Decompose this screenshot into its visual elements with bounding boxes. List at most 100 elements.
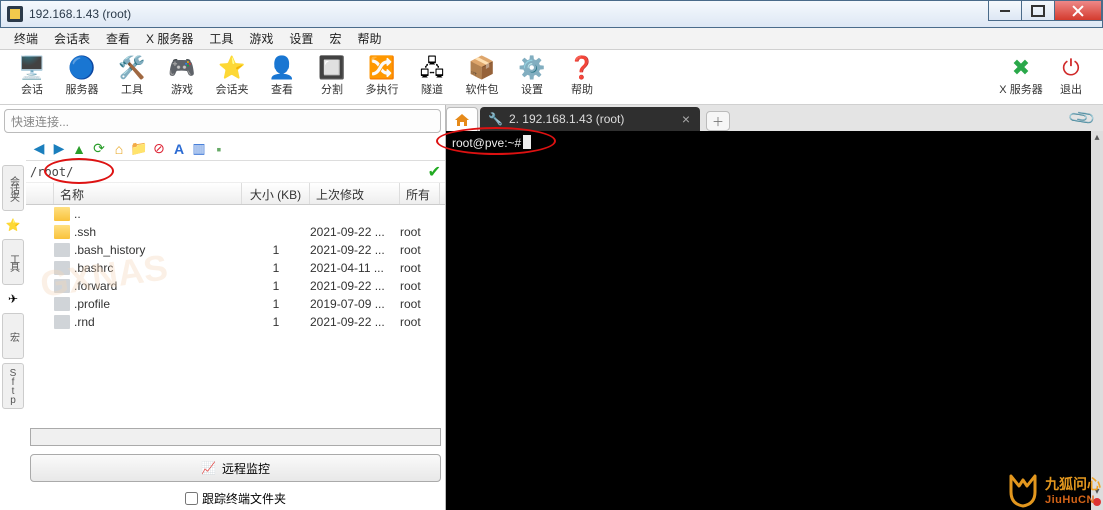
file-icon xyxy=(54,207,70,221)
file-row-4[interactable]: .forward12021-09-22 ...root xyxy=(26,277,445,295)
terminal-tab[interactable]: 🔧 2. 192.168.1.43 (root) × xyxy=(480,107,700,131)
file-row-0[interactable]: .. xyxy=(26,205,445,223)
track-folder-checkbox[interactable] xyxy=(185,492,198,505)
menu-6[interactable]: 设置 xyxy=(281,28,321,49)
terminal-output[interactable]: root@pve:~# xyxy=(446,131,1103,510)
sftp-path-bar[interactable]: /root/ ✔ xyxy=(26,161,445,183)
toolbar-帮助[interactable]: ❓帮助 xyxy=(558,52,606,102)
remote-monitor-label: 远程监控 xyxy=(222,460,270,477)
menu-8[interactable]: 帮助 xyxy=(349,28,389,49)
track-folder-row[interactable]: 跟踪终端文件夹 xyxy=(26,486,445,510)
file-size: 1 xyxy=(242,243,310,257)
scroll-up-icon[interactable]: ▴ xyxy=(1094,131,1099,144)
columns-icon[interactable]: ▥ xyxy=(190,140,208,158)
menu-7[interactable]: 宏 xyxy=(321,28,349,49)
sidetab-工具[interactable]: 工具 xyxy=(2,239,24,285)
sftp-panel: 快速连接... 会话夹 ⭐ 工具 ✈ 宏 Sftp ◀ ▶ ▲ ⟳ ⌂ 📁 ⊘ A ▥ ▪… xyxy=(0,105,446,510)
file-date: 2021-09-22 ... xyxy=(310,225,400,239)
tab-close-icon[interactable]: × xyxy=(682,111,690,127)
file-icon xyxy=(54,243,70,257)
sidetab-宏[interactable]: 宏 xyxy=(2,313,24,359)
file-name: .rnd xyxy=(74,315,242,329)
toolbar-软件包[interactable]: 📦软件包 xyxy=(458,52,506,102)
file-size: 1 xyxy=(242,315,310,329)
toolbar-label-2: 工具 xyxy=(121,81,143,97)
home-icon[interactable]: ⌂ xyxy=(110,140,128,158)
toolbar-label-7: 多执行 xyxy=(366,81,399,97)
file-owner: root xyxy=(400,261,440,275)
toolbar-label-8: 隧道 xyxy=(421,81,443,97)
scroll-down-icon[interactable]: ▾ xyxy=(1094,485,1099,498)
toolbar-label-11: 帮助 xyxy=(571,81,593,97)
paperclip-icon[interactable]: 📎 xyxy=(1066,103,1097,133)
refresh-icon[interactable]: ⟳ xyxy=(90,140,108,158)
toolbar-工具[interactable]: 🛠️ 工具 xyxy=(108,52,156,102)
toolbar-多执行[interactable]: 🔀多执行 xyxy=(358,52,406,102)
file-row-3[interactable]: .bashrc12021-04-11 ...root xyxy=(26,259,445,277)
file-row-2[interactable]: .bash_history12021-09-22 ...root xyxy=(26,241,445,259)
edit-icon[interactable]: A xyxy=(170,140,188,158)
new-folder-icon[interactable]: 📁 xyxy=(130,140,148,158)
ok-icon: ✔ xyxy=(428,162,441,182)
toolbar-icon-1: 🔵 xyxy=(68,57,95,79)
file-row-6[interactable]: .rnd12021-09-22 ...root xyxy=(26,313,445,331)
toolbar-icon-9: 📦 xyxy=(468,57,495,79)
menu-2[interactable]: 查看 xyxy=(98,28,138,49)
toolbar-label-4: 会话夹 xyxy=(216,81,249,97)
horizontal-scrollbar[interactable] xyxy=(30,428,441,446)
file-size: 1 xyxy=(242,279,310,293)
toolbar-会话夹[interactable]: ⭐ 会话夹 xyxy=(208,52,256,102)
menu-4[interactable]: 工具 xyxy=(201,28,241,49)
menu-5[interactable]: 游戏 xyxy=(241,28,281,49)
col-date[interactable]: 上次修改 xyxy=(310,183,400,204)
maximize-button[interactable] xyxy=(1021,1,1055,21)
sidetab-会话夹[interactable]: 会话夹 xyxy=(2,165,24,211)
col-name[interactable]: 名称 xyxy=(54,183,242,204)
terminal-open-icon[interactable]: ▪ xyxy=(210,140,228,158)
home-tab[interactable] xyxy=(446,107,478,131)
file-row-1[interactable]: .ssh2021-09-22 ...root xyxy=(26,223,445,241)
minimize-button[interactable] xyxy=(988,1,1022,21)
sftp-file-list[interactable]: ...ssh2021-09-22 ...root.bash_history120… xyxy=(26,205,445,424)
toolbar-设置[interactable]: ⚙️设置 xyxy=(508,52,556,102)
nav-back-icon[interactable]: ◀ xyxy=(30,140,48,158)
toolbar-查看[interactable]: 👤查看 xyxy=(258,52,306,102)
col-size[interactable]: 大小 (KB) xyxy=(242,183,310,204)
quick-connect-input[interactable]: 快速连接... xyxy=(4,109,441,133)
toolbar-right-X 服务器[interactable]: ✖ X 服务器 xyxy=(997,52,1045,102)
toolbar-分割[interactable]: 🔲分割 xyxy=(308,52,356,102)
file-row-5[interactable]: .profile12019-07-09 ...root xyxy=(26,295,445,313)
toolbar-label-1: 服务器 xyxy=(66,81,99,97)
toolbar-隧道[interactable]: 🖧隧道 xyxy=(408,52,456,102)
remote-monitor-button[interactable]: 📈 远程监控 xyxy=(30,454,441,482)
toolbar-right-label-0: X 服务器 xyxy=(999,81,1042,97)
col-owner[interactable]: 所有 xyxy=(400,183,440,204)
file-date: 2021-09-22 ... xyxy=(310,315,400,329)
add-tab-button[interactable]: ＋ xyxy=(706,111,730,131)
file-owner: root xyxy=(400,243,440,257)
window-titlebar: 192.168.1.43 (root) xyxy=(0,0,1103,28)
toolbar-游戏[interactable]: 🎮游戏 xyxy=(158,52,206,102)
file-size: 1 xyxy=(242,261,310,275)
close-button[interactable] xyxy=(1054,1,1102,21)
toolbar-right-退出[interactable]: ⏻退出 xyxy=(1047,52,1095,102)
menu-3[interactable]: X 服务器 xyxy=(138,28,201,49)
toolbar-right-icon-0: ✖ xyxy=(1012,57,1030,79)
sidetab-icon-1[interactable]: ✈ xyxy=(2,289,24,309)
toolbar-会话[interactable]: 🖥️会话 xyxy=(8,52,56,102)
toolbar-icon-4: ⭐ xyxy=(218,57,245,79)
toolbar-服务器[interactable]: 🔵 服务器 xyxy=(58,52,106,102)
file-name: .bashrc xyxy=(74,261,242,275)
sftp-column-headers[interactable]: 名称 大小 (KB) 上次修改 所有 xyxy=(26,183,445,205)
sidetab-Sftp[interactable]: Sftp xyxy=(2,363,24,409)
menu-0[interactable]: 终端 xyxy=(6,28,46,49)
toolbar-icon-0: 🖥️ xyxy=(18,57,45,79)
toolbar-icon-2: 🛠️ xyxy=(118,57,145,79)
sidetab-icon-0[interactable]: ⭐ xyxy=(2,215,24,235)
toolbar-icon-10: ⚙️ xyxy=(518,57,545,79)
delete-icon[interactable]: ⊘ xyxy=(150,140,168,158)
terminal-scrollbar[interactable]: ▴ ▾ xyxy=(1091,131,1103,510)
nav-up-icon[interactable]: ▲ xyxy=(70,140,88,158)
nav-fwd-icon[interactable]: ▶ xyxy=(50,140,68,158)
menu-1[interactable]: 会话表 xyxy=(46,28,98,49)
